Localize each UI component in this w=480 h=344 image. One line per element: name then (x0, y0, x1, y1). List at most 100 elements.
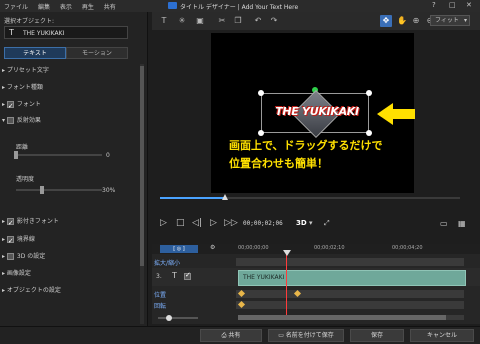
copy-icon[interactable]: ❐ (232, 15, 244, 27)
tab-motion[interactable]: モーション (66, 47, 128, 59)
insert-text-icon[interactable]: T (158, 15, 170, 27)
menu-bar: ファイル 編集 表示 再生 共有 (4, 2, 124, 11)
section-object-settings[interactable]: ▸ オブジェクトの設定 (2, 284, 142, 298)
zoom-in-icon[interactable]: ⊕ (410, 15, 422, 27)
time-marker-1: 00;00;02;10 (314, 245, 345, 251)
track-visible-checkbox[interactable] (184, 271, 191, 280)
object-name-field[interactable]: T THE YUKIKAKI (4, 26, 128, 39)
menu-view[interactable]: 表示 (60, 4, 72, 11)
timeline-scrollbar-thumb[interactable] (238, 315, 446, 320)
timeline-panel: [ ◎ ] ⚙ 00;00;00;00 00;00;02;10 00;00;04… (152, 244, 480, 324)
preview-canvas[interactable]: THE YUKIKAKI 画面上で、ドラッグするだけで 位置合わせも簡単！ (211, 33, 415, 193)
text-track-icon: T (172, 271, 177, 280)
preview-scrub-bar[interactable] (160, 194, 460, 200)
reflection-checkbox[interactable] (6, 117, 14, 124)
playhead[interactable] (286, 250, 287, 316)
timecode-display: 00;00;02;06 (243, 220, 283, 227)
share-label: 共有 (228, 332, 241, 339)
rotation-label: 回転 (154, 303, 167, 310)
3d-checkbox[interactable] (6, 253, 14, 260)
position-label: 位置 (154, 292, 167, 299)
fast-forward-icon[interactable]: ▷▷ (224, 218, 238, 228)
resize-handle-tr[interactable] (366, 90, 372, 96)
window-title: タイトル デザイナー | Add Your Text Here (180, 4, 299, 11)
font-checkbox[interactable] (6, 99, 14, 113)
safe-zone-icon[interactable]: ▭ (440, 219, 448, 228)
designer-toolbar: T ✳ ▣ ✂ ❐ ↶ ↷ ✥ ✋ ⊕ ⊖ フィット▾ (152, 12, 480, 30)
timeline-zoom-thumb[interactable] (166, 315, 172, 321)
cancel-button[interactable]: キャンセル (410, 329, 474, 342)
select-tool-icon[interactable]: ✥ (380, 15, 392, 27)
resize-handle-br[interactable] (366, 130, 372, 136)
hand-tool-icon[interactable]: ✋ (396, 15, 408, 27)
section-font-type[interactable]: ▸ フォント種類 (2, 81, 142, 95)
cut-icon[interactable]: ✂ (216, 15, 228, 27)
section-label: 境界線 (16, 236, 35, 243)
playhead-handle[interactable] (283, 250, 291, 256)
mode-3d-toggle[interactable]: 3D (296, 219, 307, 227)
rotation-keyframe-track[interactable] (236, 301, 464, 309)
section-reflection[interactable]: ▾ 反射効果 (2, 114, 142, 128)
zoom-keyframe-track[interactable] (236, 258, 464, 266)
mode-dropdown-icon[interactable]: ▾ (309, 219, 313, 227)
save-button[interactable]: 保存 (350, 329, 404, 342)
section-3d[interactable]: ▸ 3D の設定 (2, 250, 142, 264)
title-bar: ファイル 編集 表示 再生 共有 タイトル デザイナー | Add Your T… (0, 0, 480, 12)
zoom-fit-dropdown[interactable]: フィット ▾ (430, 15, 470, 26)
help-button[interactable]: ? (432, 1, 436, 9)
shadow-checkbox[interactable] (6, 216, 14, 230)
section-border[interactable]: ▸ 境界線 (2, 233, 142, 248)
tab-text[interactable]: テキスト (4, 47, 66, 59)
track-toggle-button[interactable]: [ ◎ ] (160, 245, 198, 253)
text-clip[interactable]: THE YUKIKAKI (238, 270, 466, 286)
section-font[interactable]: ▸ フォント (2, 98, 142, 113)
transparency-slider-thumb[interactable] (40, 186, 44, 194)
timeline-zoom-slider[interactable] (158, 315, 198, 321)
section-label: 3D の設定 (16, 253, 46, 260)
previous-frame-icon[interactable]: ◁| (192, 218, 202, 228)
distance-slider[interactable] (14, 151, 102, 159)
position-keyframe-track[interactable] (236, 290, 464, 298)
track-number: 3. (156, 273, 162, 280)
clip-label: THE YUKIKAKI (243, 274, 285, 281)
fullscreen-icon[interactable]: ⤢ (324, 219, 330, 228)
insert-particle-icon[interactable]: ✳ (176, 15, 188, 27)
stop-icon[interactable]: □ (176, 218, 185, 228)
menu-share[interactable]: 共有 (104, 4, 116, 11)
save-as-icon: ▭ (278, 332, 286, 339)
insert-image-icon[interactable]: ▣ (194, 15, 206, 27)
section-label: オブジェクトの設定 (6, 287, 61, 294)
resize-handle-tl[interactable] (258, 90, 264, 96)
aspect-ratio-icon[interactable]: ▦ (458, 219, 466, 228)
section-preset-text[interactable]: ▸ プリセット文字 (2, 64, 142, 78)
section-label: プリセット文字 (6, 67, 49, 74)
transparency-label: 透明度 (16, 176, 35, 183)
border-checkbox[interactable] (6, 234, 14, 248)
save-as-button[interactable]: ▭ 名前を付けて保存 (268, 329, 344, 342)
transparency-slider[interactable] (16, 186, 102, 194)
redo-icon[interactable]: ↷ (268, 15, 280, 27)
section-label: フォント種類 (6, 84, 43, 91)
play-icon[interactable]: ▷ (160, 218, 167, 228)
scrub-thumb[interactable] (222, 194, 228, 200)
close-button[interactable]: ✕ (466, 1, 472, 9)
undo-icon[interactable]: ↶ (252, 15, 264, 27)
next-frame-icon[interactable]: ▷ (210, 218, 217, 228)
chevron-down-icon: ▾ (463, 17, 467, 24)
section-shadow-font[interactable]: ▸ 影付きフォント (2, 215, 142, 230)
distance-slider-thumb[interactable] (14, 151, 18, 159)
maximize-button[interactable]: □ (449, 1, 456, 9)
object-name: THE YUKIKAKI (23, 30, 65, 37)
keyframe-settings-icon[interactable]: ⚙ (210, 244, 215, 251)
zoom-label: 拡大/縮小 (154, 260, 181, 267)
logo-title-text: THE YUKIKAKI (275, 105, 359, 118)
app-icon (168, 2, 177, 9)
scrub-progress (160, 197, 226, 199)
resize-handle-bl[interactable] (258, 130, 264, 136)
menu-play[interactable]: 再生 (82, 4, 94, 11)
section-image-settings[interactable]: ▸ 画像設定 (2, 267, 142, 281)
menu-edit[interactable]: 編集 (38, 4, 50, 11)
menu-file[interactable]: ファイル (4, 4, 28, 11)
share-button[interactable]: ⎙ 共有 (200, 329, 262, 342)
timeline-scrollbar[interactable] (238, 315, 464, 320)
